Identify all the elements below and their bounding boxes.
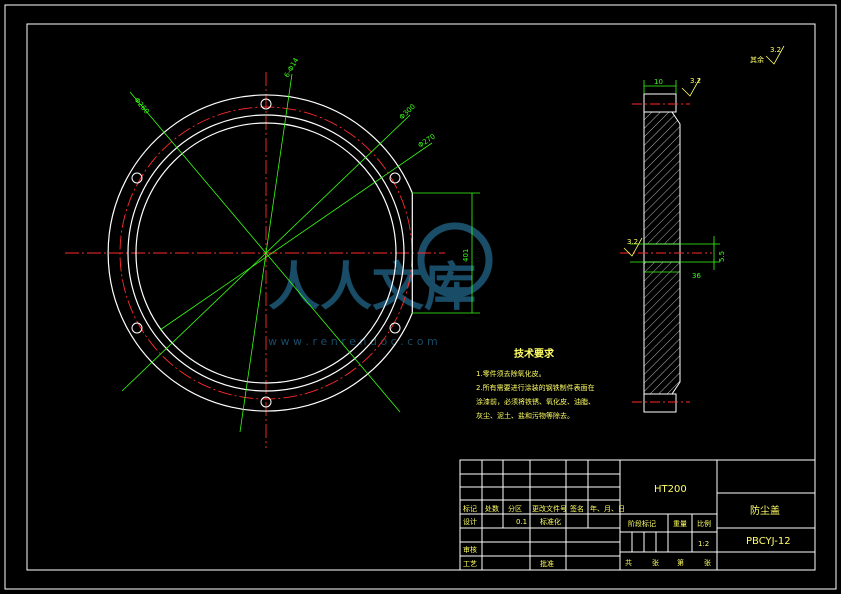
tb-header-mark: 标记 [463,504,477,513]
tb-approve-label: 批准 [540,559,554,568]
section-upper-half [643,111,681,245]
tb-scale-label: 比例 [697,519,711,528]
tb-header-count: 处数 [485,504,499,513]
surface-finish-value: 3.2 [770,46,781,54]
roughness-value-top: 3.2 [690,77,701,85]
dim-groove: 36 [692,272,701,280]
dim-flat-width: 401 [462,249,470,262]
tech-req-item: 灰尘、泥土、盐和污物等除去。 [476,411,574,420]
tb-sheets-total-label: 共 [625,558,632,567]
tb-standardization-label: 标准化 [540,517,561,526]
tb-process-label: 工艺 [463,560,477,568]
tb-header-zone: 分区 [508,504,522,513]
tb-part-name: 防尘盖 [750,504,780,517]
dim-groove-depth: 5.5 [718,251,726,262]
section-lower-half [643,261,681,395]
tb-header-signature: 签名 [570,504,584,513]
tb-header-date: 年、月、日 [590,504,625,513]
watermark-url: w w w . r e n r e n d o c . c o m [268,335,438,348]
watermark-text: 人人文库 [268,258,476,318]
tech-req-title: 技术要求 [514,347,555,360]
surface-finish-prefix: 其余 [750,55,764,64]
tb-sheet-no-label: 第 [677,558,684,567]
tech-req-item: 1.零件须去除氧化皮。 [476,369,546,378]
tb-sheets-word: 张 [652,558,659,567]
dim-thickness: 10 [654,78,663,86]
tb-material: HT200 [654,484,687,495]
cad-drawing: 人人文库 w w w . r e n r e n d o c . c o m Φ… [0,0,841,594]
tb-design-label: 设计 [463,517,477,526]
roughness-value-side: 3.2 [627,238,638,246]
tb-header-change-doc: 更改文件号 [532,504,567,513]
tb-weight-label: 重量 [673,520,687,528]
tb-review-label: 审核 [463,545,477,554]
tb-drawing-number: PBCYJ-12 [746,536,791,547]
tech-req-item: 2.所有需要进行涂装的钢铁制件表面在 [476,383,595,392]
tech-req-item: 涂漆前，必须将铁锈、氧化皮、油脂、 [476,397,595,406]
tb-stage-mark-label: 阶段标记 [628,519,656,528]
tb-design-value: 0.1 [516,518,527,526]
tb-scale-value: 1:2 [698,540,709,548]
tb-sheet-word: 张 [704,558,711,567]
